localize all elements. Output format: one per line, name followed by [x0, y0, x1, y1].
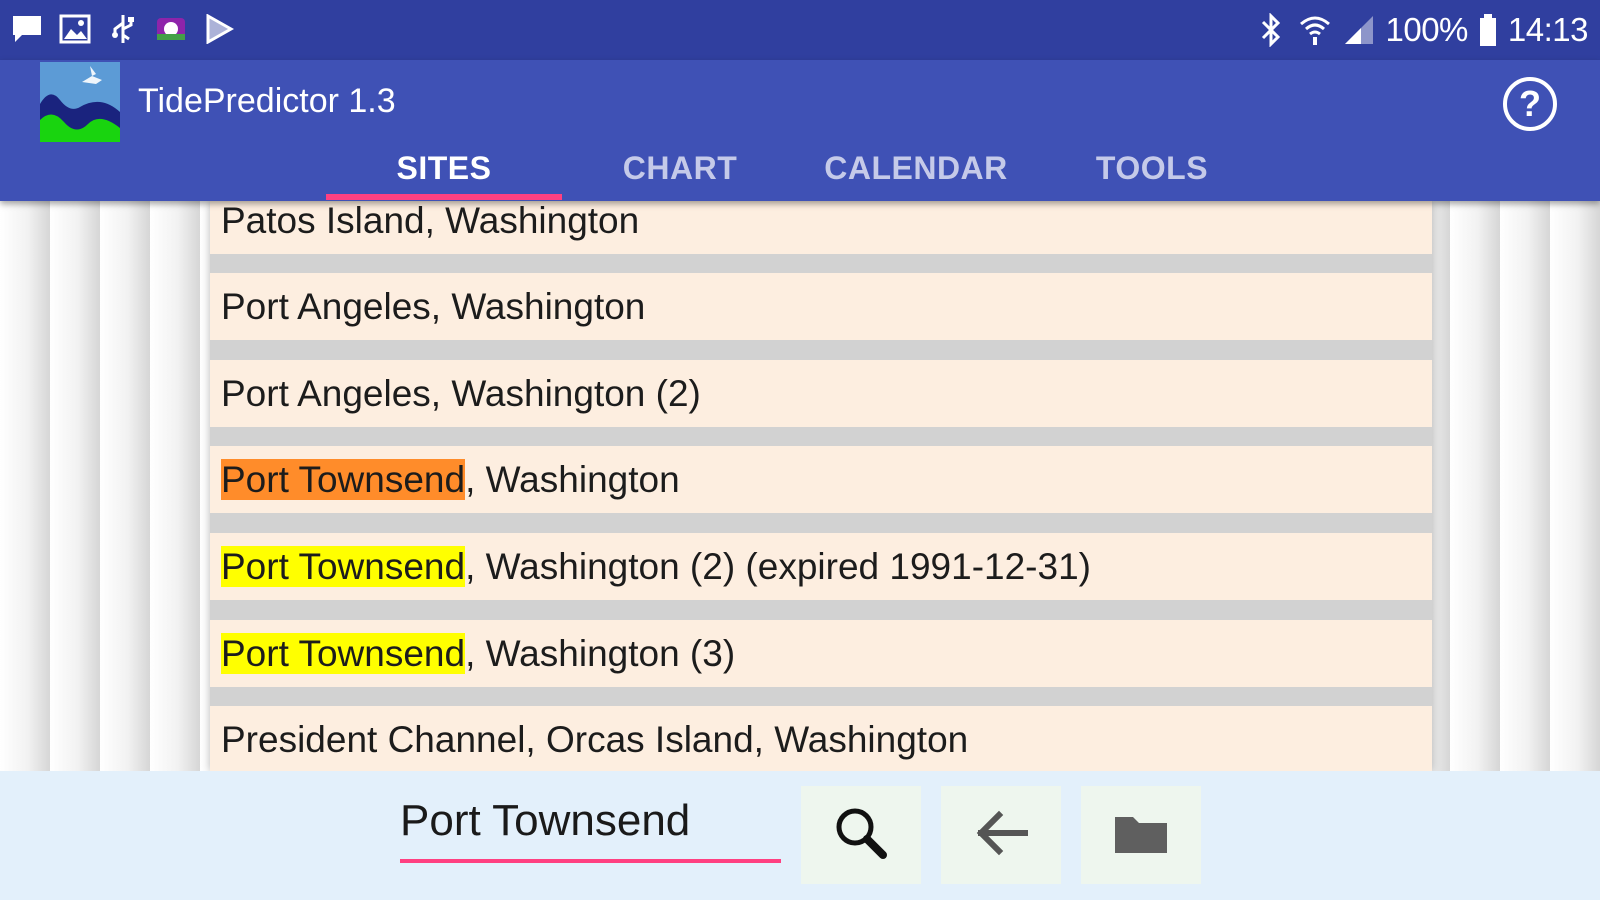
status-bar: 100% 14:13 — [0, 0, 1600, 60]
arrow-left-icon — [969, 801, 1033, 870]
site-name: Port Angeles, Washington — [221, 286, 646, 327]
help-button[interactable]: ? — [1503, 77, 1557, 131]
search-button[interactable] — [801, 786, 921, 884]
app-bar: TidePredictor 1.3 ? SITES CHART CALENDAR… — [0, 60, 1600, 201]
tab-sites[interactable]: SITES — [326, 150, 562, 200]
list-item[interactable]: Port Angeles, Washington (2) — [210, 360, 1432, 427]
image-icon — [58, 12, 92, 46]
site-name: Patos Island, Washington — [221, 201, 640, 241]
list-item[interactable]: Patos Island, Washington — [210, 201, 1432, 254]
play-store-icon — [202, 12, 236, 46]
cell-signal-icon — [1342, 13, 1376, 47]
tab-chart[interactable]: CHART — [562, 150, 798, 200]
site-name-match: Port Townsend — [221, 546, 466, 587]
active-tab-indicator — [326, 194, 562, 200]
bluetooth-icon — [1254, 13, 1288, 47]
clock: 14:13 — [1507, 11, 1589, 48]
bottom-bar — [0, 771, 1600, 900]
app-logo — [40, 62, 120, 142]
list-item-selected[interactable]: Port Townsend, Washington — [210, 446, 1432, 513]
site-list[interactable]: Patos Island, Washington Port Angeles, W… — [210, 201, 1432, 771]
back-button[interactable] — [941, 786, 1061, 884]
search-input[interactable] — [400, 791, 780, 851]
site-name-match: Port Townsend — [221, 459, 466, 500]
site-name: , Washington (3) — [465, 633, 736, 674]
site-name: , Washington (2) (expired 1991-12-31) — [465, 546, 1091, 587]
list-item[interactable]: Port Angeles, Washington — [210, 273, 1432, 340]
system-status: 100% 14:13 — [1254, 10, 1589, 50]
battery-percent: 100% — [1385, 11, 1469, 48]
site-name: , Washington — [465, 459, 680, 500]
message-icon — [10, 12, 44, 46]
tab-tools[interactable]: TOOLS — [1034, 150, 1270, 200]
usb-icon — [106, 12, 140, 46]
wifi-icon — [1298, 13, 1332, 47]
site-name: Port Angeles, Washington (2) — [221, 373, 701, 414]
folder-button[interactable] — [1081, 786, 1201, 884]
site-name: President Channel, Orcas Island, Washing… — [221, 719, 969, 760]
app-title: TidePredictor 1.3 — [138, 82, 396, 120]
tab-calendar[interactable]: CALENDAR — [798, 150, 1034, 200]
search-input-underline — [400, 859, 781, 863]
notification-icons — [10, 12, 236, 46]
list-item[interactable]: Port Townsend, Washington (3) — [210, 620, 1432, 687]
app-notification-icon — [154, 12, 188, 46]
battery-icon — [1478, 13, 1498, 47]
search-icon — [829, 801, 893, 870]
list-item[interactable]: Port Townsend, Washington (2) (expired 1… — [210, 533, 1432, 600]
folder-icon — [1113, 809, 1169, 862]
site-name-match: Port Townsend — [221, 633, 466, 674]
list-item[interactable]: President Channel, Orcas Island, Washing… — [210, 706, 1432, 771]
